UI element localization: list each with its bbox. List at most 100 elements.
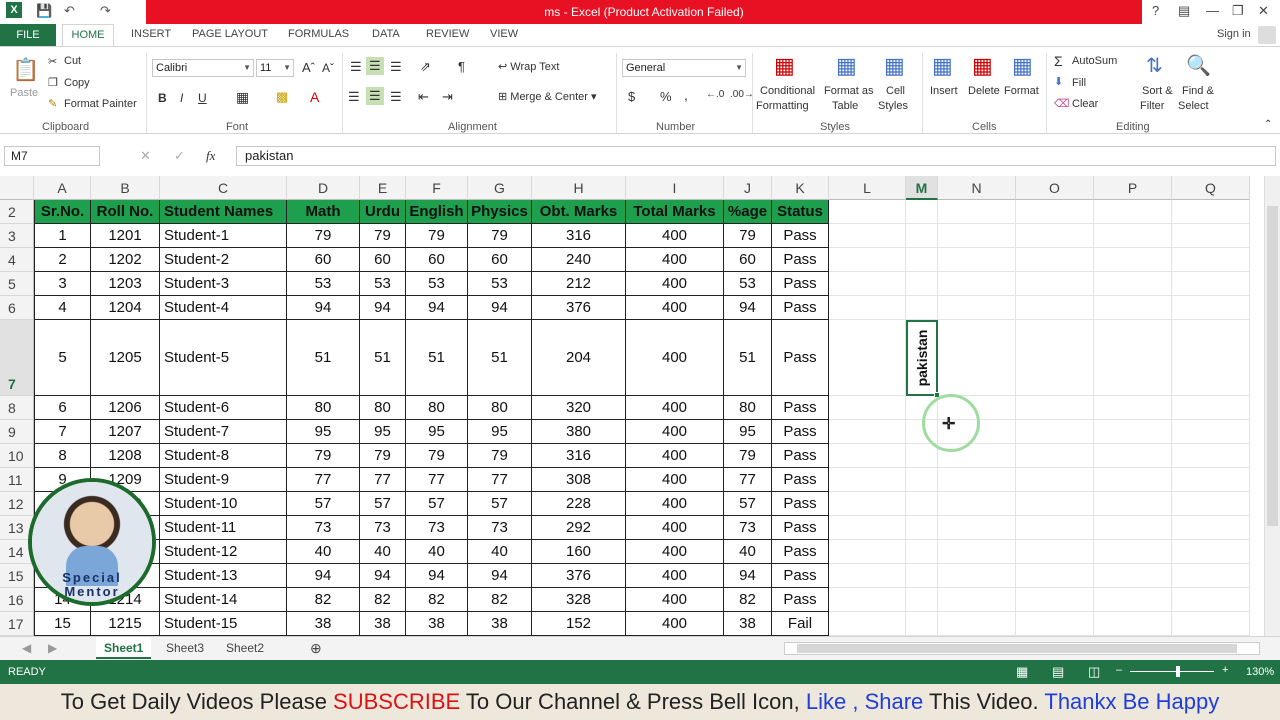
table-cell[interactable]: 400: [626, 444, 724, 468]
cell-styles-icon[interactable]: ▦: [884, 53, 905, 79]
table-cell[interactable]: 320: [532, 396, 626, 420]
sheet-tab-sheet2[interactable]: Sheet2: [218, 637, 272, 659]
table-cell[interactable]: 94: [468, 564, 532, 588]
increase-indent-icon[interactable]: ⇥: [442, 89, 453, 105]
collapse-ribbon-icon[interactable]: ⌃: [1264, 119, 1272, 130]
empty-cell[interactable]: [1172, 468, 1250, 492]
new-sheet-icon[interactable]: ⊕: [302, 637, 330, 659]
table-header-cell[interactable]: Status: [772, 200, 829, 224]
table-cell[interactable]: 376: [532, 564, 626, 588]
table-cell[interactable]: 240: [532, 248, 626, 272]
table-cell[interactable]: 82: [406, 588, 468, 612]
table-cell[interactable]: 57: [406, 492, 468, 516]
table-cell[interactable]: Fail: [772, 612, 829, 636]
table-cell[interactable]: 94: [468, 296, 532, 320]
conditional-formatting-button[interactable]: Conditional: [760, 85, 815, 97]
empty-cell[interactable]: [1172, 200, 1250, 224]
row-header-16[interactable]: 16: [0, 588, 34, 612]
table-cell[interactable]: 77: [406, 468, 468, 492]
table-cell[interactable]: 40: [360, 540, 406, 564]
table-cell[interactable]: 94: [724, 296, 772, 320]
table-cell[interactable]: Pass: [772, 296, 829, 320]
column-header-n[interactable]: N: [938, 176, 1016, 200]
table-cell[interactable]: 40: [406, 540, 468, 564]
autosum-icon[interactable]: Σ: [1054, 53, 1063, 69]
find-select-button[interactable]: Find &: [1182, 85, 1214, 97]
table-cell[interactable]: 60: [287, 248, 360, 272]
table-cell[interactable]: 51: [468, 320, 532, 396]
table-cell[interactable]: 94: [287, 296, 360, 320]
align-middle-icon[interactable]: ☰: [366, 57, 384, 75]
empty-cell[interactable]: [829, 200, 906, 224]
format-painter-button[interactable]: Format Painter: [64, 98, 137, 110]
empty-cell[interactable]: [1094, 396, 1172, 420]
table-cell[interactable]: 79: [724, 224, 772, 248]
table-cell[interactable]: 73: [406, 516, 468, 540]
table-cell[interactable]: 400: [626, 564, 724, 588]
column-header-p[interactable]: P: [1094, 176, 1172, 200]
empty-cell[interactable]: [1016, 564, 1094, 588]
empty-cell[interactable]: [1172, 272, 1250, 296]
fill-icon[interactable]: ⬇: [1054, 75, 1063, 88]
tab-data[interactable]: DATA: [372, 28, 400, 40]
empty-cell[interactable]: [1094, 492, 1172, 516]
table-cell[interactable]: Student-6: [160, 396, 287, 420]
sort-filter-button[interactable]: Sort &: [1142, 85, 1173, 97]
paste-icon[interactable]: 📋: [12, 57, 39, 83]
table-cell[interactable]: 228: [532, 492, 626, 516]
sort-filter-icon[interactable]: ⇅: [1146, 53, 1163, 78]
empty-cell[interactable]: [938, 564, 1016, 588]
empty-cell[interactable]: [1016, 248, 1094, 272]
empty-cell[interactable]: [938, 248, 1016, 272]
column-header-h[interactable]: H: [532, 176, 626, 200]
conditional-formatting-icon[interactable]: ▦: [774, 53, 795, 79]
sheet-tab-sheet3[interactable]: Sheet3: [158, 637, 212, 659]
empty-cell[interactable]: [1094, 444, 1172, 468]
empty-cell[interactable]: [1016, 612, 1094, 636]
empty-cell[interactable]: [938, 224, 1016, 248]
grow-font-icon[interactable]: Aˆ: [302, 60, 315, 75]
table-cell[interactable]: 4: [34, 296, 91, 320]
paste-button[interactable]: Paste: [10, 87, 38, 99]
empty-cell[interactable]: [1016, 200, 1094, 224]
table-cell[interactable]: 40: [468, 540, 532, 564]
empty-cell[interactable]: [906, 540, 938, 564]
redo-icon[interactable]: ↷: [100, 3, 111, 19]
table-cell[interactable]: 5: [34, 320, 91, 396]
table-cell[interactable]: 40: [287, 540, 360, 564]
empty-cell[interactable]: [938, 588, 1016, 612]
table-cell[interactable]: 60: [468, 248, 532, 272]
table-cell[interactable]: Student-9: [160, 468, 287, 492]
empty-cell[interactable]: [906, 516, 938, 540]
empty-cell[interactable]: [1172, 320, 1250, 396]
autosum-button[interactable]: AutoSum: [1072, 55, 1117, 67]
worksheet-grid[interactable]: A B C D E F G H I J K L M N O P Q 2 Sr.No. Roll No. Student …: [0, 176, 1264, 636]
table-cell[interactable]: 57: [287, 492, 360, 516]
table-cell[interactable]: 60: [406, 248, 468, 272]
table-cell[interactable]: 400: [626, 516, 724, 540]
empty-cell[interactable]: [1172, 540, 1250, 564]
merge-center-button[interactable]: ⊞ Merge & Center ▾: [498, 90, 597, 103]
empty-cell[interactable]: [938, 296, 1016, 320]
table-cell[interactable]: 400: [626, 320, 724, 396]
table-cell[interactable]: 77: [724, 468, 772, 492]
table-cell[interactable]: 79: [468, 224, 532, 248]
table-cell[interactable]: 79: [287, 224, 360, 248]
table-header-cell[interactable]: English: [406, 200, 468, 224]
table-cell[interactable]: 38: [724, 612, 772, 636]
table-header-cell[interactable]: Total Marks: [626, 200, 724, 224]
page-break-view-icon[interactable]: ◫: [1088, 664, 1100, 680]
table-cell[interactable]: 152: [532, 612, 626, 636]
table-cell[interactable]: 79: [406, 444, 468, 468]
empty-cell[interactable]: [1094, 564, 1172, 588]
table-cell[interactable]: Pass: [772, 224, 829, 248]
column-header-a[interactable]: A: [34, 176, 91, 200]
row-header-11[interactable]: 11: [0, 468, 34, 492]
empty-cell[interactable]: [938, 272, 1016, 296]
table-cell[interactable]: Student-7: [160, 420, 287, 444]
currency-button[interactable]: $: [628, 89, 635, 104]
delete-button[interactable]: Delete: [968, 85, 1000, 97]
table-cell[interactable]: 400: [626, 272, 724, 296]
empty-cell[interactable]: [829, 516, 906, 540]
table-cell[interactable]: Pass: [772, 540, 829, 564]
